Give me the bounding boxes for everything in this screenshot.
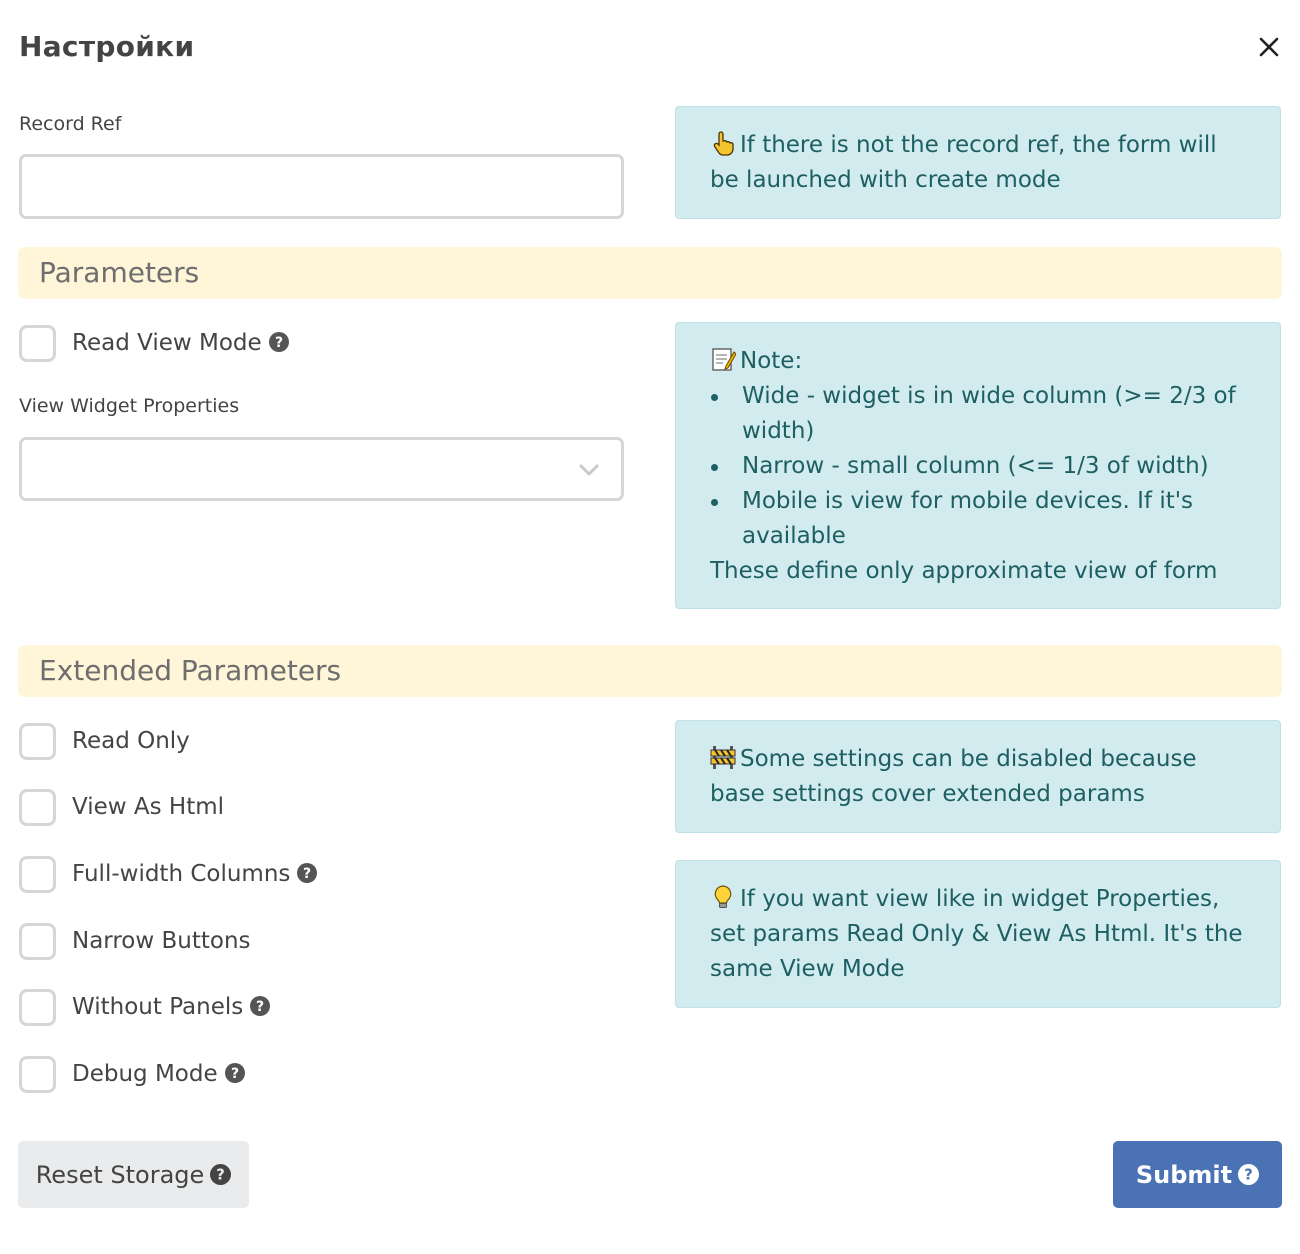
svg-text:?: ? bbox=[231, 1066, 239, 1082]
close-icon bbox=[1259, 37, 1279, 57]
info-record-ref-text: If there is not the record ref, the form… bbox=[710, 132, 1217, 193]
option-without-panels[interactable]: Without Panels? bbox=[19, 988, 271, 1026]
option-narrow-buttons[interactable]: Narrow Buttons bbox=[19, 922, 251, 960]
info-disabled-settings: Some settings can be disabled because ba… bbox=[675, 720, 1281, 833]
without-panels-label: Without Panels? bbox=[72, 994, 271, 1020]
memo-icon bbox=[712, 348, 736, 371]
svg-text:?: ? bbox=[303, 866, 311, 882]
read-view-mode-checkbox[interactable] bbox=[19, 324, 56, 362]
info-view-tip-text: If you want view like in widget Properti… bbox=[710, 886, 1243, 982]
option-full-width-columns[interactable]: Full-width Columns? bbox=[19, 855, 318, 893]
view-widget-properties-select[interactable] bbox=[19, 437, 624, 501]
help-icon[interactable]: ? bbox=[250, 996, 271, 1016]
list-item: Mobile is view for mobile devices. If it… bbox=[710, 484, 1246, 554]
section-extended-parameters: Extended Parameters bbox=[18, 645, 1282, 697]
dialog-title: Настройки bbox=[19, 30, 195, 63]
info-record-ref: If there is not the record ref, the form… bbox=[675, 106, 1281, 219]
pointing-hand-icon bbox=[713, 131, 734, 156]
info-note-footer: These define only approximate view of fo… bbox=[710, 558, 1218, 584]
option-read-view-mode[interactable]: Read View Mode? bbox=[19, 324, 289, 362]
full-width-columns-checkbox[interactable] bbox=[19, 855, 56, 893]
option-view-as-html[interactable]: View As Html bbox=[19, 788, 225, 826]
submit-label: Submit bbox=[1135, 1160, 1233, 1189]
full-width-columns-label: Full-width Columns? bbox=[72, 861, 318, 887]
help-icon[interactable]: ? bbox=[1238, 1164, 1260, 1185]
view-widget-properties-label: View Widget Properties bbox=[19, 395, 240, 417]
construction-barrier-icon bbox=[710, 746, 736, 769]
chevron-down-icon bbox=[579, 464, 599, 476]
info-note-list: Wide - widget is in wide column (>= 2/3 … bbox=[710, 379, 1246, 554]
svg-text:?: ? bbox=[217, 1167, 226, 1184]
svg-text:?: ? bbox=[1244, 1167, 1253, 1184]
without-panels-checkbox[interactable] bbox=[19, 988, 56, 1026]
help-icon[interactable]: ? bbox=[210, 1164, 232, 1185]
view-as-html-checkbox[interactable] bbox=[19, 788, 56, 826]
reset-storage-button[interactable]: Reset Storage ? bbox=[18, 1141, 249, 1208]
info-disabled-settings-text: Some settings can be disabled because ba… bbox=[710, 746, 1197, 807]
help-icon[interactable]: ? bbox=[268, 332, 289, 352]
section-parameters: Parameters bbox=[18, 247, 1282, 299]
read-only-label: Read Only bbox=[72, 728, 190, 754]
info-note-title: Note: bbox=[740, 348, 803, 374]
debug-mode-label: Debug Mode? bbox=[72, 1061, 245, 1087]
narrow-buttons-checkbox[interactable] bbox=[19, 922, 56, 960]
svg-text:?: ? bbox=[256, 999, 264, 1015]
help-icon[interactable]: ? bbox=[224, 1063, 245, 1083]
svg-text:?: ? bbox=[275, 335, 283, 351]
list-item: Narrow - small column (<= 1/3 of width) bbox=[710, 449, 1246, 484]
option-read-only[interactable]: Read Only bbox=[19, 722, 190, 760]
narrow-buttons-label: Narrow Buttons bbox=[72, 928, 251, 954]
record-ref-label: Record Ref bbox=[19, 113, 122, 135]
option-debug-mode[interactable]: Debug Mode? bbox=[19, 1055, 245, 1093]
read-only-checkbox[interactable] bbox=[19, 722, 56, 760]
help-icon[interactable]: ? bbox=[297, 863, 318, 883]
debug-mode-checkbox[interactable] bbox=[19, 1055, 56, 1093]
list-item: Wide - widget is in wide column (>= 2/3 … bbox=[710, 379, 1246, 449]
info-note: Note: Wide - widget is in wide column (>… bbox=[675, 322, 1281, 609]
light-bulb-icon bbox=[714, 885, 732, 908]
read-view-mode-label: Read View Mode? bbox=[72, 330, 289, 356]
info-view-tip: If you want view like in widget Properti… bbox=[675, 860, 1281, 1008]
submit-button[interactable]: Submit ? bbox=[1113, 1141, 1282, 1208]
close-button[interactable] bbox=[1254, 32, 1284, 62]
record-ref-input[interactable] bbox=[19, 154, 624, 219]
view-as-html-label: View As Html bbox=[72, 794, 225, 820]
reset-storage-label: Reset Storage bbox=[35, 1160, 205, 1189]
